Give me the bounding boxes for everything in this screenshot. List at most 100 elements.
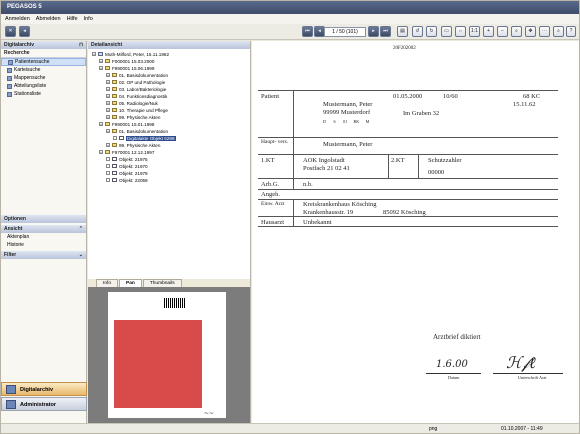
expand-icon[interactable]: [106, 171, 110, 175]
barcode-image: [164, 298, 186, 308]
pin-icon[interactable]: ⊓: [79, 42, 83, 48]
expand-icon[interactable]: +: [99, 150, 103, 154]
menu-hilfe[interactable]: Hilfe: [67, 16, 78, 22]
doc-header-code: 20F202002: [393, 46, 416, 51]
document-viewer[interactable]: 20F202002 Patient Mustermann, Peter 9999…: [252, 41, 579, 423]
close-icon[interactable]: ✕: [5, 26, 16, 37]
patient-icon: [98, 52, 103, 56]
menu-info[interactable]: Info: [84, 16, 93, 22]
zoom-out-icon[interactable]: −: [497, 26, 508, 37]
chevron-up-icon: ⌃: [78, 226, 83, 232]
expand-icon[interactable]: +: [92, 52, 96, 56]
tree-node[interactable]: Objekt: 21975: [106, 156, 148, 162]
actual-size-icon[interactable]: 1:1: [469, 26, 480, 37]
arztbrief-text: Arztbrief diktiert: [433, 333, 481, 341]
tree-node[interactable]: Objekt: 21979: [106, 170, 148, 176]
tree-node[interactable]: +01. Basisdokumentation: [106, 128, 168, 134]
folder-icon: [7, 75, 12, 81]
preview-area[interactable]: ~~: [88, 287, 250, 423]
tree-node[interactable]: + F990001 15.06.1999: [99, 65, 154, 71]
expand-icon[interactable]: [106, 164, 110, 168]
expand-icon[interactable]: +: [99, 66, 103, 70]
more-icon[interactable]: ⋯: [539, 26, 550, 37]
rotate-right-icon[interactable]: ↻: [426, 26, 437, 37]
sidebar-item-mappensuche[interactable]: Mappensuche: [1, 74, 86, 82]
options-header[interactable]: Optionen: [1, 215, 86, 223]
expand-icon[interactable]: +: [99, 59, 103, 63]
expand-icon[interactable]: +: [106, 73, 110, 77]
tree-node[interactable]: +99. Physische Akten: [106, 114, 160, 120]
next-record-icon[interactable]: ▸: [368, 26, 379, 37]
expand-icon[interactable]: +: [106, 101, 110, 105]
tree-node[interactable]: +04. Funktionsdiagnostik: [106, 93, 167, 99]
tree-node[interactable]: +99. Physische Akten: [106, 142, 160, 148]
menu-anmelden[interactable]: Anmelden: [5, 16, 30, 22]
record-tree: + Muth-Milford, Peter, 15.11.1962 + F000001…: [88, 49, 250, 277]
record-nav-field[interactable]: 1 / 50 (101): [324, 27, 366, 37]
tree-node-label: 02. OP und Pathologie: [119, 79, 166, 85]
tree-node[interactable]: + F990001 15.01.1998: [99, 121, 154, 127]
zoom-in-icon[interactable]: +: [483, 26, 494, 37]
zoom-icon[interactable]: ⌕: [511, 26, 522, 37]
expand-icon[interactable]: [113, 136, 117, 140]
sidebar-item-label: Mappensuche: [14, 75, 46, 81]
expand-icon[interactable]: +: [106, 115, 110, 119]
tree-node[interactable]: Digitalakte Objekt 6298: [113, 135, 176, 141]
expand-icon[interactable]: [106, 178, 110, 182]
filter-label: Filter: [4, 252, 17, 258]
tree-node[interactable]: + F000001 15.03.2000: [99, 58, 154, 64]
fit-width-icon[interactable]: ⇔: [455, 26, 466, 37]
pan-icon[interactable]: ✥: [525, 26, 536, 37]
tree-node-label: 99. Physische Akten: [119, 114, 161, 120]
tree-node[interactable]: +03. Labor/Bakteriologie: [106, 86, 166, 92]
tree-node[interactable]: Objekt: 22059: [106, 177, 148, 183]
menu-abmelden[interactable]: Abmelden: [36, 16, 61, 22]
kt2-label: 2.KT: [391, 157, 405, 164]
expand-icon[interactable]: +: [106, 143, 110, 147]
sidebar-item-label: Karteisuche: [14, 67, 41, 73]
back-icon[interactable]: ◂: [19, 26, 30, 37]
arbg-value: n.b.: [303, 181, 313, 188]
tree-node-label: 03. Labor/Bakteriologie: [119, 86, 167, 92]
sidebar-item-patientensuche[interactable]: Patientensuche: [1, 58, 86, 66]
tree-node[interactable]: +10. Therapie und Pflege: [106, 107, 168, 113]
tab-info[interactable]: Info: [96, 279, 119, 287]
sidebar-item-stationsliste[interactable]: Stationsliste: [1, 90, 86, 98]
expand-icon[interactable]: [106, 157, 110, 161]
tree-node[interactable]: +05. Radiologie/Nuk: [106, 100, 158, 106]
sidebar-item-abteilungsliste[interactable]: Abteilungsliste: [1, 82, 86, 90]
tab-thumbnails[interactable]: Thumbnails: [142, 279, 182, 287]
preview-thumbnail: ~~: [108, 292, 226, 418]
sidebar-item-label: Stationsliste: [14, 91, 41, 97]
rotate-left-icon[interactable]: ↺: [412, 26, 423, 37]
tree-node[interactable]: Objekt: 21970: [106, 163, 148, 169]
expand-icon[interactable]: +: [106, 129, 110, 133]
fit-page-icon[interactable]: ▭: [441, 26, 452, 37]
tree-root-patient[interactable]: + Muth-Milford, Peter, 15.11.1962: [92, 51, 169, 57]
digitalarchiv-button[interactable]: Digitalarchiv: [1, 382, 87, 396]
first-record-icon[interactable]: ⏮: [302, 26, 313, 37]
tree-node[interactable]: +02. OP und Pathologie: [106, 79, 165, 85]
filter-header[interactable]: Filter ⌄: [1, 251, 86, 259]
tree-node[interactable]: + F970001 12.12.1997: [99, 149, 154, 155]
expand-icon[interactable]: +: [99, 122, 103, 126]
tree-node-label: 10. Therapie und Pflege: [119, 107, 168, 113]
app-window: PEGASOS 5 Anmelden Abmelden Hilfe Info ✕…: [0, 0, 580, 434]
tree-node-label: Muth-Milford, Peter, 15.11.1962: [105, 51, 170, 57]
tab-pan[interactable]: Pan: [119, 279, 142, 287]
last-record-icon[interactable]: ⏭: [380, 26, 391, 37]
tree-node[interactable]: +01. Basisdokumentation: [106, 72, 168, 78]
search-icon[interactable]: ⌕: [553, 26, 564, 37]
expand-icon[interactable]: +: [106, 94, 110, 98]
help-icon[interactable]: ?: [566, 26, 576, 37]
doc-id: 10/60: [443, 93, 458, 100]
expand-icon[interactable]: +: [106, 87, 110, 91]
ansicht-header[interactable]: Ansicht ⌃: [1, 225, 86, 233]
expand-icon[interactable]: +: [106, 108, 110, 112]
administrator-button[interactable]: Administrator: [1, 397, 87, 411]
sidebar-item-aktenplan[interactable]: Aktenplan: [1, 233, 86, 241]
sidebar-item-karteisuche[interactable]: Karteisuche: [1, 66, 86, 74]
expand-icon[interactable]: +: [106, 80, 110, 84]
print-icon[interactable]: ▤: [397, 26, 408, 37]
sidebar-item-historie[interactable]: Historie: [1, 241, 86, 249]
